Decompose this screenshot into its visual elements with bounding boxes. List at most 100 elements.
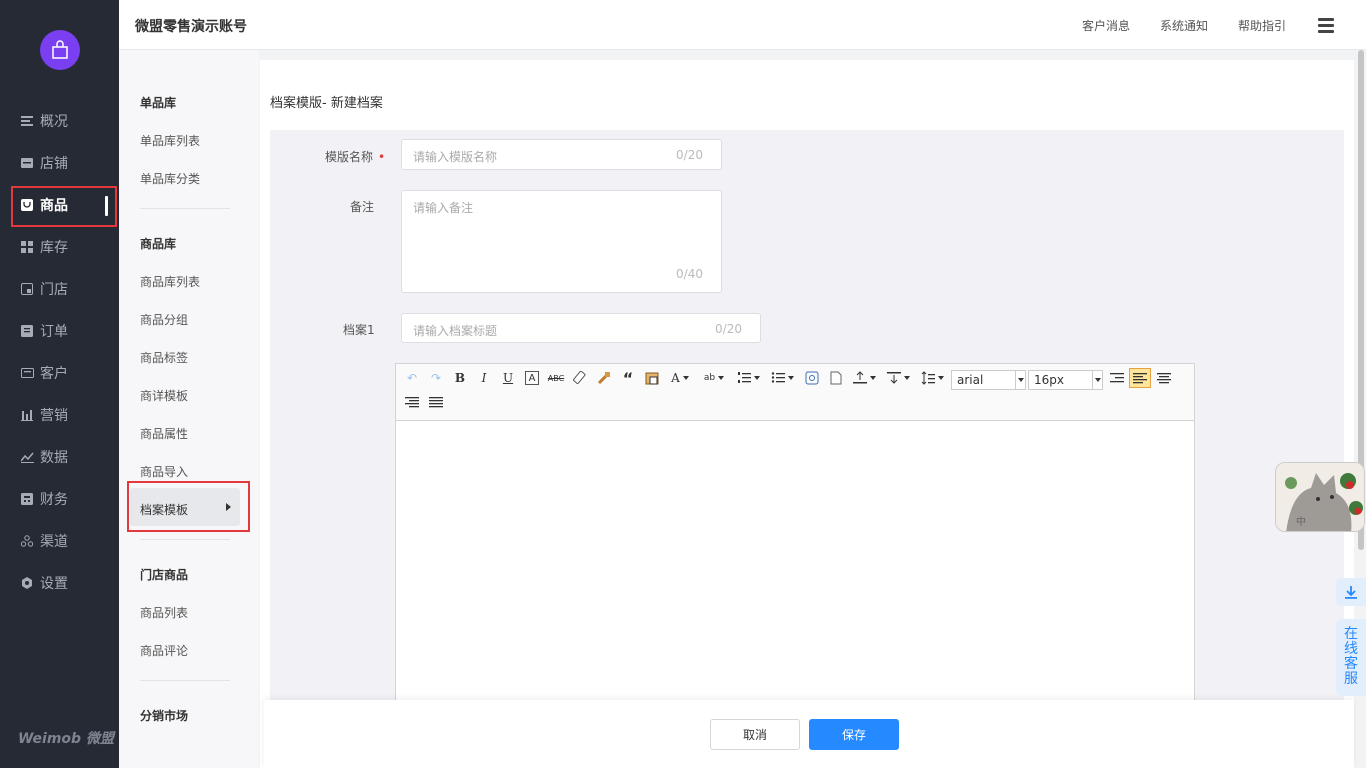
link-icon[interactable] xyxy=(803,369,821,387)
divider xyxy=(140,208,230,209)
action-footer: 取消 保存 xyxy=(264,700,1354,768)
font-family-select[interactable]: arial xyxy=(951,370,1026,390)
paste-plain-icon[interactable] xyxy=(643,369,661,387)
subnav-item-detail-template[interactable]: 商详模板 xyxy=(140,387,188,404)
shop-name: 微盟零售演示账号 xyxy=(135,19,247,35)
nav-label: 概况 xyxy=(40,114,68,130)
page-title: 档案模版- 新建档案 xyxy=(270,96,383,111)
service-char: 客 xyxy=(1344,656,1358,672)
ordered-list-icon[interactable] xyxy=(735,369,761,387)
nav-label: 订单 xyxy=(40,324,68,340)
italic-icon[interactable]: I xyxy=(475,369,493,387)
nav-item-inventory[interactable]: 库存 xyxy=(20,235,110,259)
line-height-icon[interactable] xyxy=(919,369,945,387)
subnav-item-sku-list[interactable]: 单品库列表 xyxy=(140,132,200,149)
form-area: 模版名称 • 请输入模版名称 0/20 备注 请输入备注 0/40 档案1 请输入… xyxy=(270,130,1344,768)
content-card: 档案模版- 新建档案 模版名称 • 请输入模版名称 0/20 备注 请输入备注 0… xyxy=(260,60,1354,768)
nav-label: 店铺 xyxy=(40,156,68,172)
template-name-label: 模版名称 • xyxy=(325,148,385,165)
top-header: 微盟零售演示账号 客户消息 系统通知 帮助指引 xyxy=(119,0,1366,50)
strikethrough-icon[interactable]: ABC xyxy=(547,369,565,387)
align-center-icon[interactable] xyxy=(1155,369,1173,387)
archive1-title-input[interactable]: 请输入档案标题 0/20 xyxy=(401,313,761,343)
inventory-icon xyxy=(20,240,34,254)
nav-label: 渠道 xyxy=(40,534,68,550)
float-badge-text: 中 xyxy=(1296,515,1306,528)
subnav-item-reviews[interactable]: 商品评论 xyxy=(140,642,188,659)
subnav-item-product-list[interactable]: 商品库列表 xyxy=(140,273,200,290)
label-text: 模版名称 xyxy=(325,150,374,164)
store-icon xyxy=(20,282,34,296)
unordered-list-icon[interactable] xyxy=(769,369,795,387)
page-icon[interactable] xyxy=(827,369,845,387)
remark-label: 备注 xyxy=(350,200,375,214)
subnav-item-product-tag[interactable]: 商品标签 xyxy=(140,349,188,366)
subnav-item-sku-category[interactable]: 单品库分类 xyxy=(140,170,200,187)
help-guide-link[interactable]: 帮助指引 xyxy=(1238,17,1286,34)
divider xyxy=(140,539,230,540)
subnav-item-product-attr[interactable]: 商品属性 xyxy=(140,425,188,442)
online-service-button[interactable]: 在 线 客 服 xyxy=(1336,619,1366,696)
indent-icon[interactable] xyxy=(1108,369,1126,387)
eraser-icon[interactable] xyxy=(571,369,589,387)
format-painter-icon[interactable] xyxy=(595,369,613,387)
finance-icon xyxy=(20,492,34,506)
service-char: 线 xyxy=(1344,641,1358,657)
redo-icon[interactable]: ↷ xyxy=(427,369,445,387)
bold-icon[interactable]: B xyxy=(451,369,469,387)
paragraph-below-icon[interactable] xyxy=(885,369,911,387)
nav-item-shop[interactable]: 店铺 xyxy=(20,151,110,175)
order-icon xyxy=(20,324,34,338)
undo-icon[interactable]: ↶ xyxy=(403,369,421,387)
subnav-item-store-products[interactable]: 商品列表 xyxy=(140,604,188,621)
underline-icon[interactable]: U xyxy=(499,369,517,387)
subnav-item-product-group[interactable]: 商品分组 xyxy=(140,311,188,328)
hamburger-menu-icon[interactable] xyxy=(1318,18,1334,34)
nav-item-data[interactable]: 数据 xyxy=(20,445,110,469)
required-mark: • xyxy=(378,150,386,164)
subnav-group-title: 门店商品 xyxy=(140,568,189,582)
archive-highlight-box xyxy=(127,481,250,532)
nav-item-store[interactable]: 门店 xyxy=(20,277,110,301)
nav-item-settings[interactable]: 设置 xyxy=(20,571,110,595)
download-icon xyxy=(1345,586,1357,599)
nav-label: 门店 xyxy=(40,282,68,298)
cancel-button[interactable]: 取消 xyxy=(710,719,800,750)
nav-item-channel[interactable]: 渠道 xyxy=(20,529,110,553)
customer-messages-link[interactable]: 客户消息 xyxy=(1082,17,1130,34)
product-highlight-box xyxy=(11,186,117,227)
nav-label: 营销 xyxy=(40,408,68,424)
placeholder: 请输入档案标题 xyxy=(413,324,498,338)
nav-item-customer[interactable]: 客户 xyxy=(20,361,110,385)
nav-label: 客户 xyxy=(40,366,68,382)
overview-icon xyxy=(20,114,34,128)
download-button[interactable] xyxy=(1336,578,1366,606)
main-nav: 概况 店铺 商品 库存 门店 订单 客户 营销 数据 财务 渠道 设置 Weim… xyxy=(0,0,119,768)
subnav-item-product-import[interactable]: 商品导入 xyxy=(140,463,188,480)
template-name-input[interactable]: 请输入模版名称 0/20 xyxy=(401,139,722,170)
remark-textarea[interactable]: 请输入备注 0/40 xyxy=(401,190,722,293)
save-button[interactable]: 保存 xyxy=(809,719,899,750)
font-border-icon[interactable]: A xyxy=(525,371,539,385)
font-size-select[interactable]: 16px xyxy=(1028,370,1103,390)
settings-icon xyxy=(20,576,34,590)
paragraph-spacing-icon[interactable] xyxy=(851,369,877,387)
align-left-icon[interactable] xyxy=(1129,368,1151,388)
editor-toolbar: ↶ ↷ B I U A ABC “ A ab arial 16px xyxy=(396,364,1194,421)
font-color-icon[interactable]: A xyxy=(667,369,693,387)
subnav-group-title: 商品库 xyxy=(140,237,177,251)
sub-nav: 单品库 单品库列表 单品库分类 商品库 商品库列表 商品分组 商品标签 商详模板… xyxy=(119,50,259,768)
nav-item-finance[interactable]: 财务 xyxy=(20,487,110,511)
font-size-value: 16px xyxy=(1034,373,1064,387)
nav-item-overview[interactable]: 概况 xyxy=(20,109,110,133)
system-notice-link[interactable]: 系统通知 xyxy=(1160,17,1208,34)
quote-icon[interactable]: “ xyxy=(619,369,637,388)
nav-item-marketing[interactable]: 营销 xyxy=(20,403,110,427)
align-justify-icon[interactable] xyxy=(427,393,445,411)
floating-mascot-widget[interactable]: 中 xyxy=(1275,462,1365,532)
nav-item-order[interactable]: 订单 xyxy=(20,319,110,343)
align-right-icon[interactable] xyxy=(403,393,421,411)
store-avatar-icon[interactable] xyxy=(40,30,80,70)
highlight-color-icon[interactable]: ab xyxy=(701,369,727,387)
shop-icon xyxy=(20,156,34,170)
